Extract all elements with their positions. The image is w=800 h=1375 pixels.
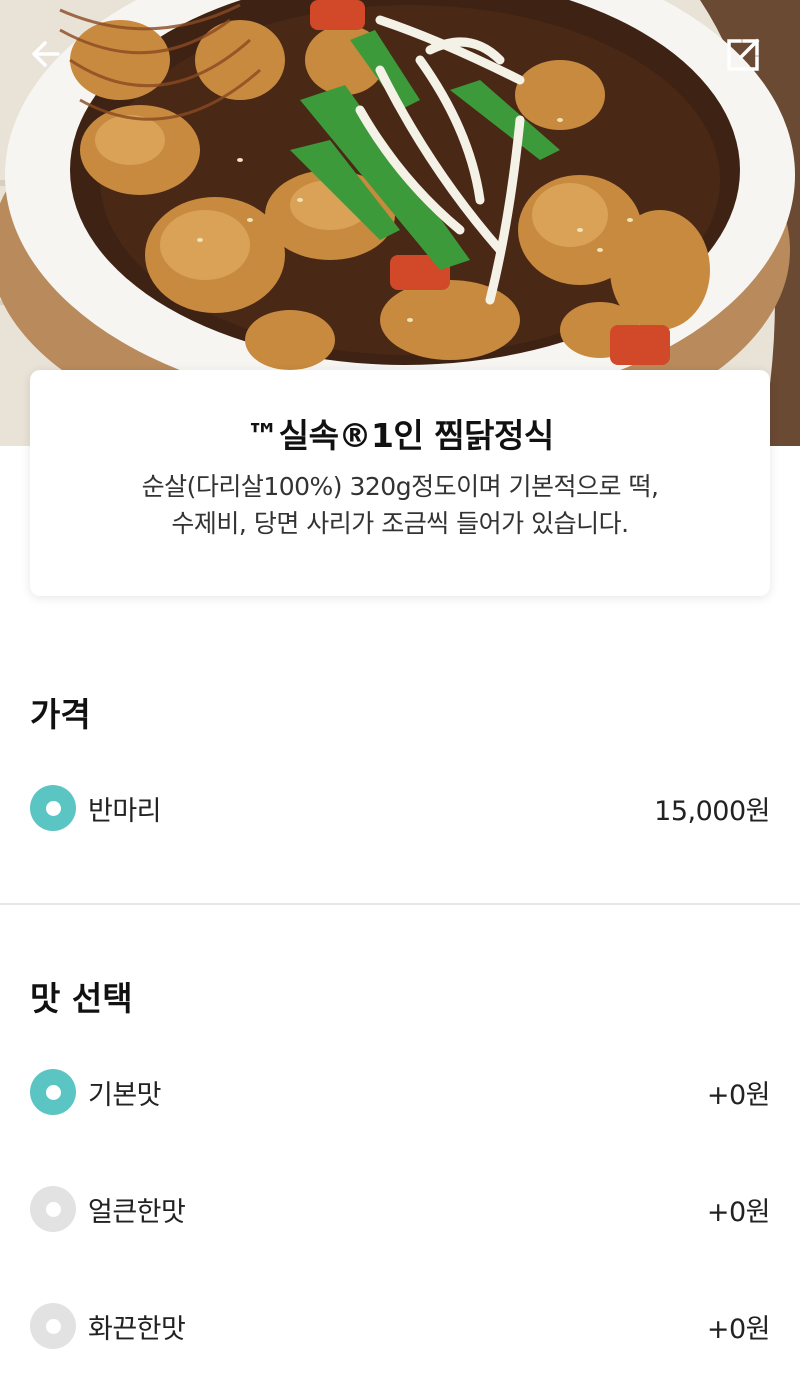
option-label: 기본맛 [88, 1079, 162, 1111]
menu-description: 순살(다리살100%) 320g정도이며 기본적으로 떡, 수제비, 당면 사리… [30, 468, 770, 542]
option-price: +0원 [706, 1196, 771, 1228]
radio-selected-icon[interactable] [30, 1069, 76, 1115]
taste-option-hot[interactable]: 화끈한맛 +0원 [30, 1296, 771, 1356]
back-button[interactable] [28, 36, 76, 84]
radio-unselected-icon[interactable] [30, 1303, 76, 1349]
section-divider [0, 903, 800, 905]
radio-selected-icon[interactable] [30, 785, 76, 831]
taste-section-title: 맛 선택 [30, 979, 133, 1018]
share-external-icon [727, 38, 760, 71]
option-price: +0원 [706, 1313, 771, 1345]
option-label: 얼큰한맛 [88, 1196, 186, 1228]
taste-option-spicy[interactable]: 얼큰한맛 +0원 [30, 1179, 771, 1239]
radio-unselected-icon[interactable] [30, 1186, 76, 1232]
arrow-left-icon [32, 41, 60, 67]
taste-option-basic[interactable]: 기본맛 +0원 [30, 1062, 771, 1122]
option-price: +0원 [706, 1079, 771, 1111]
option-price: 15,000원 [654, 795, 770, 827]
menu-description-line-1: 순살(다리살100%) 320g정도이며 기본적으로 떡, [141, 472, 659, 501]
option-label: 화끈한맛 [88, 1313, 186, 1345]
share-button[interactable] [724, 36, 772, 84]
menu-info-card: ™실속®1인 찜닭정식 순살(다리살100%) 320g정도이며 기본적으로 떡… [30, 370, 770, 596]
price-section-title: 가격 [30, 695, 91, 734]
price-option-half[interactable]: 반마리 15,000원 [30, 778, 770, 838]
menu-description-line-2: 수제비, 당면 사리가 조금씩 들어가 있습니다. [171, 509, 629, 538]
option-label: 반마리 [88, 795, 162, 827]
menu-title: ™실속®1인 찜닭정식 [246, 416, 554, 455]
